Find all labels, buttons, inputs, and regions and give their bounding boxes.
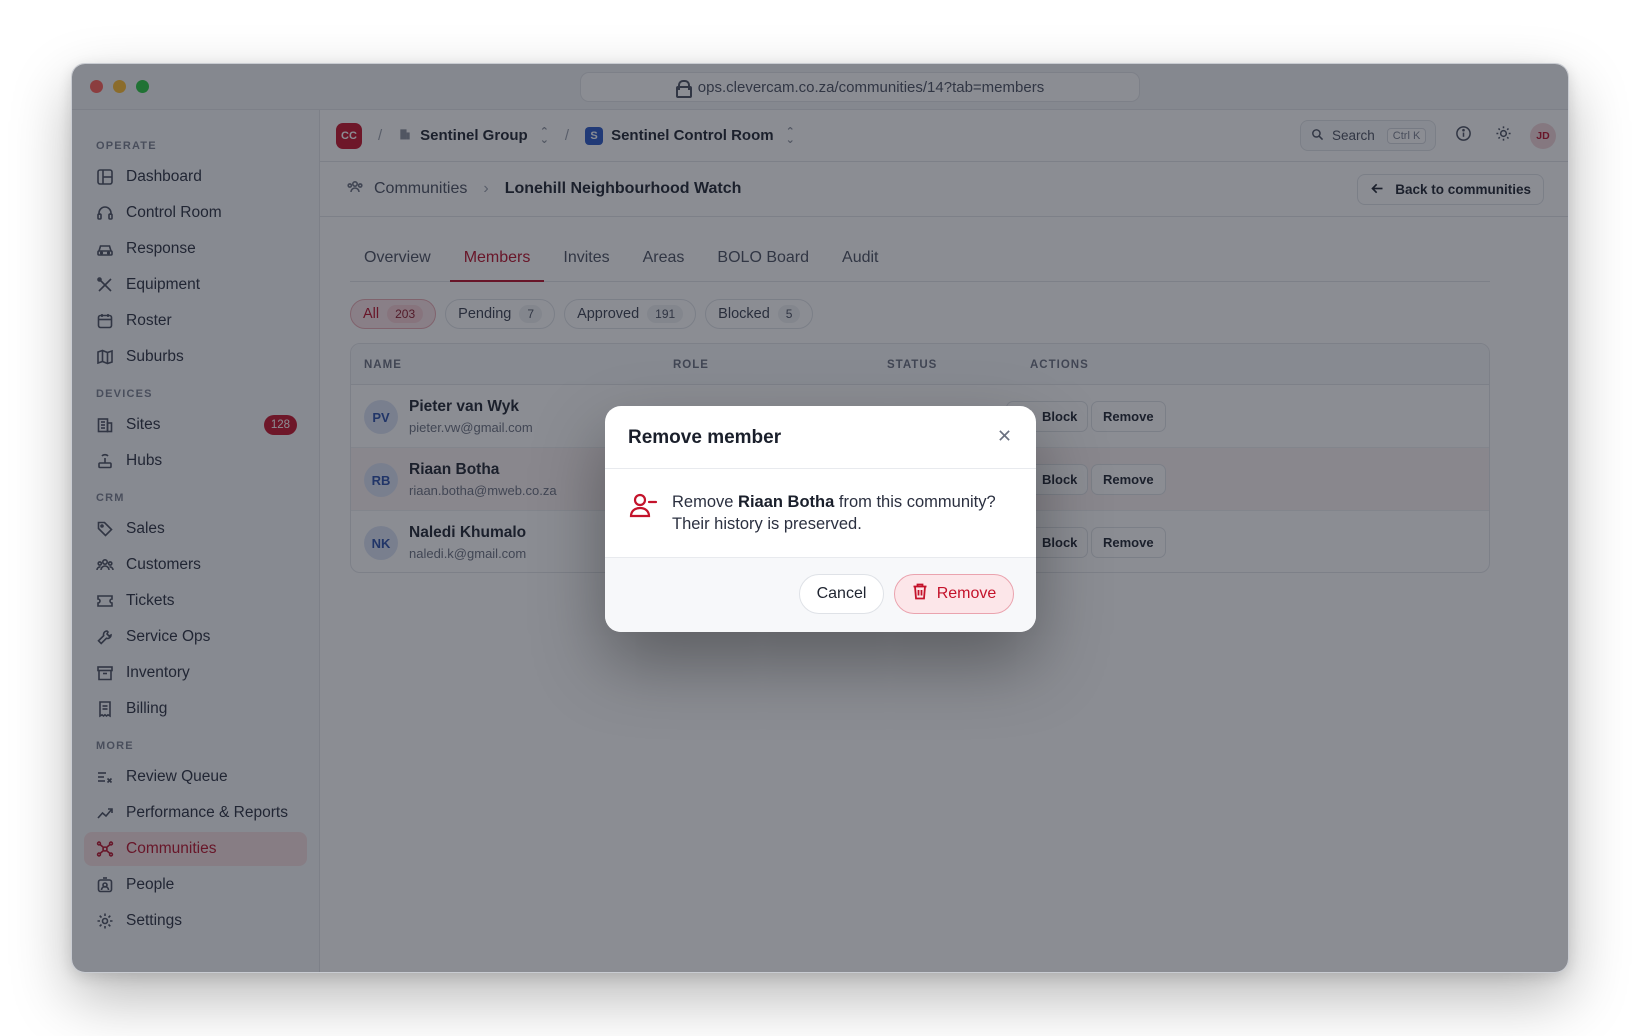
user-minus-icon: [628, 491, 658, 521]
dialog-message: Remove Riaan Botha from this community? …: [672, 491, 1012, 535]
dialog-footer: Cancel Remove: [605, 558, 1036, 632]
trash-icon: [912, 583, 928, 605]
dialog-body: Remove Riaan Botha from this community? …: [605, 469, 1036, 558]
message-member-name: Riaan Botha: [738, 493, 835, 511]
close-icon: [998, 426, 1011, 447]
confirm-remove-label: Remove: [936, 585, 997, 602]
confirm-remove-button[interactable]: Remove: [894, 574, 1014, 614]
cancel-button[interactable]: Cancel: [799, 574, 884, 614]
message-prefix: Remove: [672, 493, 739, 511]
remove-member-dialog: Remove member Remove Riaan Botha from th…: [605, 406, 1036, 632]
dialog-header: Remove member: [605, 406, 1036, 469]
dialog-title: Remove member: [628, 427, 782, 448]
close-dialog-button[interactable]: [994, 426, 1014, 446]
